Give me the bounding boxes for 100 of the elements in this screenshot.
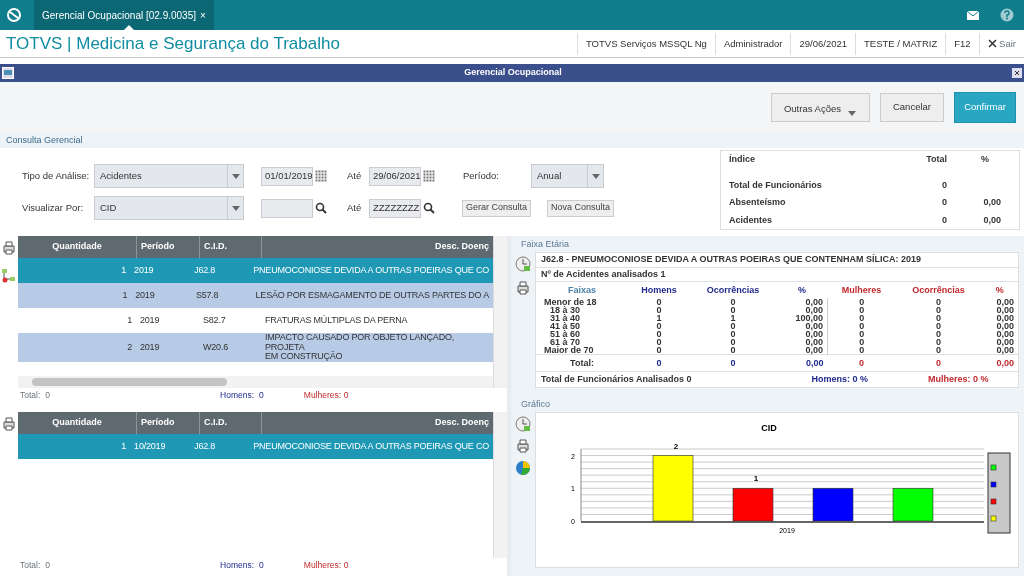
table-cell-text: 0	[655, 298, 663, 306]
input-field[interactable]: 01/01/2019	[261, 166, 313, 186]
vertical-scrollbar[interactable]	[493, 412, 507, 558]
table-cell: 0	[895, 354, 982, 371]
column-header: Mulheres	[827, 282, 896, 298]
printer-icon[interactable]	[1, 416, 17, 432]
select-field[interactable]: Acidentes	[94, 164, 244, 188]
footer-value: 0	[259, 558, 264, 572]
input-field[interactable]: ZZZZZZZZ	[369, 198, 421, 218]
table-cell-text: 0	[655, 322, 663, 330]
footer-label: Total:	[20, 558, 41, 572]
table-cell-text: 0	[940, 178, 948, 192]
vertical-scrollbar[interactable]	[493, 236, 507, 388]
printer-icon[interactable]	[515, 438, 531, 454]
table-cell: 0	[827, 322, 896, 330]
table-cell-text: 0	[934, 306, 942, 314]
summary-text: Mulheres: 0 %	[928, 373, 989, 386]
table-cell-text: S57.8	[194, 288, 220, 302]
table-row[interactable]: 1 2019 J62.8 PNEUMOCONIOSE DEVIDA A OUTRAS POEIRAS QUE CO	[18, 258, 493, 283]
search-icon[interactable]	[423, 201, 436, 215]
calendar-icon[interactable]	[423, 169, 436, 183]
tab-close-button[interactable]: ×	[200, 7, 206, 23]
table-cell: 0,00	[981, 346, 1018, 355]
horizontal-scrollbar[interactable]	[32, 378, 227, 386]
close-icon[interactable]	[1012, 68, 1022, 78]
table-cell-text: 0,00	[995, 330, 1015, 338]
table-cell-text: IMPACTO CAUSADO POR OBJETO LANÇADO, PROJETA EM CONSTRUÇÃO	[264, 333, 456, 362]
table-cell: 0,00	[776, 330, 828, 338]
caret-icon	[590, 172, 601, 180]
data-label: 2	[673, 441, 679, 451]
table-cell-text: 0	[934, 330, 942, 338]
column-header: Índice	[728, 153, 756, 166]
table-cell-text: 0	[940, 213, 948, 227]
table-cell-text: 41 à 50	[549, 322, 582, 330]
table-cell-text: 0,00	[995, 322, 1015, 330]
table-cell-text: 0	[940, 196, 948, 209]
table-cell-text: S82.7	[202, 313, 227, 327]
cancel-button[interactable]: Cancelar	[879, 92, 944, 122]
table-cell-text: 0	[934, 338, 942, 346]
table-row[interactable]: 1 2019 S82.7 FRATURAS MÚLTIPLAS DA PERNA	[18, 308, 493, 333]
column-header[interactable]: Quantidade	[18, 236, 136, 258]
pie-chart-icon[interactable]	[515, 460, 531, 476]
header-item: TOTVS Serviços MSSQL Ng	[576, 32, 715, 55]
row-label: Total de Funcionários	[728, 178, 823, 192]
table-cell: 0	[689, 346, 777, 355]
table-cell-text: 0,00	[982, 213, 1002, 227]
table-row[interactable]: 1 10/2019 J62.8 PNEUMOCONIOSE DEVIDA A OUTRAS POEIRAS QUE CO	[18, 434, 493, 459]
tree-icon[interactable]	[1, 268, 17, 284]
window-icon	[2, 67, 14, 79]
printer-icon[interactable]	[515, 280, 531, 296]
column-header: Ocorrências	[911, 284, 966, 297]
table-cell: 0	[827, 338, 896, 346]
table-cell-text: 2	[126, 340, 133, 354]
more-actions-button[interactable]: Outras Ações	[770, 92, 870, 122]
table-cell-text: 2019	[134, 288, 156, 302]
mail-icon[interactable]	[966, 9, 980, 21]
dialog-title: Gerencial Ocupacional	[464, 66, 562, 80]
table-row[interactable]: 2 2019 W20.6 IMPACTO CAUSADO POR OBJETO LANÇADO, PROJETA EM CONSTRUÇÃO	[18, 333, 493, 362]
table-cell: 0,00	[776, 306, 828, 314]
table-cell-text: 1	[729, 314, 737, 322]
table-cell-text: 0	[934, 322, 942, 330]
section-label: Consulta Gerencial	[0, 132, 1024, 148]
tab-title: Gerencial Ocupacional [02.9.0035]	[42, 8, 196, 23]
clock-icon[interactable]	[515, 256, 531, 272]
printer-icon[interactable]	[1, 240, 17, 256]
calendar-icon[interactable]	[315, 169, 328, 183]
table-cell-text: 1	[655, 314, 663, 322]
table-cell: 0	[827, 354, 896, 371]
table-cell-text: 0,00	[982, 196, 1002, 209]
table-cell-text: 51 à 60	[549, 330, 582, 338]
table-cell-text: 0,00	[995, 338, 1015, 346]
table-cell: 0	[827, 298, 896, 306]
help-icon[interactable]	[1000, 8, 1014, 22]
search-icon[interactable]	[315, 201, 328, 215]
table-cell-text: PNEUMOCONIOSE DEVIDA A OUTRAS POEIRAS QUE CO	[252, 263, 490, 277]
app-tab[interactable]: Gerencial Ocupacional [02.9.0035] ×	[34, 0, 214, 30]
caret-icon	[846, 109, 857, 117]
panel-label: Gráfico	[520, 398, 551, 411]
select-field[interactable]: Anual	[531, 164, 604, 188]
exit-button[interactable]: Sair	[978, 32, 1024, 55]
table-row[interactable]: 1 2019 S57.8 LESÃO POR ESMAGAMENTO DE OUTRAS PARTES DO A	[18, 283, 493, 308]
panel-label: Faixa Etária	[520, 238, 571, 251]
column-header: %	[776, 282, 828, 298]
footer-label: Homens:	[220, 558, 255, 572]
new-query-button[interactable]: Nova Consulta	[547, 199, 615, 217]
input-field[interactable]: 29/06/2021	[369, 166, 421, 186]
table-cell-text: 0	[729, 330, 737, 338]
column-header: Total	[925, 153, 948, 166]
select-field[interactable]: CID	[94, 196, 244, 220]
table-cell: Maior de 70	[536, 346, 628, 355]
field-label: Até	[347, 200, 363, 215]
table-cell-text: J62.8	[193, 263, 217, 277]
clock-icon[interactable]	[515, 416, 531, 432]
column-header[interactable]: Quantidade	[18, 412, 136, 434]
field-label: Até	[347, 168, 363, 183]
app-title: TOTVS | Medicina e Segurança do Trabalho	[5, 32, 341, 55]
footer-value: 0	[343, 388, 349, 402]
generate-query-button[interactable]: Gerar Consulta	[462, 199, 532, 217]
table-cell-text: 0	[729, 306, 737, 314]
input-field[interactable]	[261, 198, 313, 218]
